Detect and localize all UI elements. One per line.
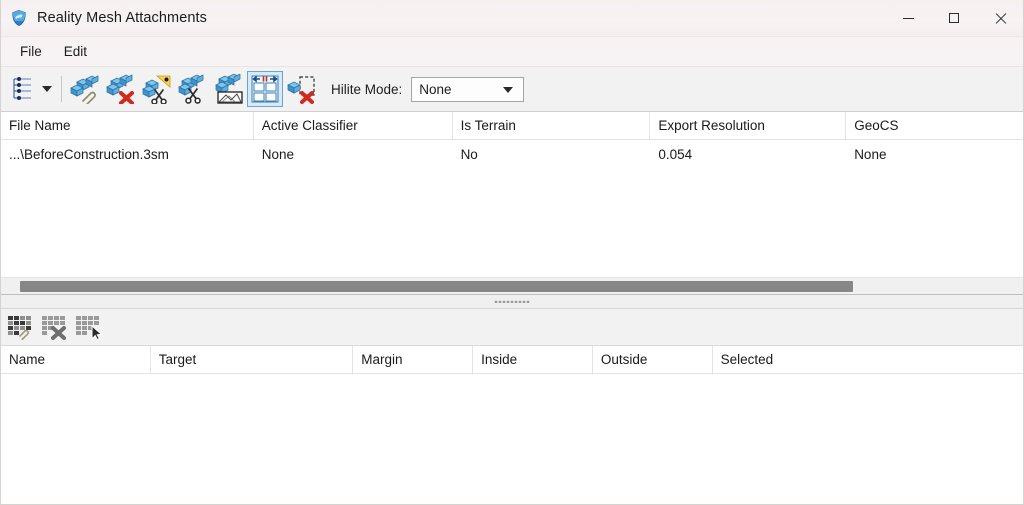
attachments-grid: File Name Active Classifier Is Terrain E… (1, 112, 1023, 277)
detach-reality-mesh-button[interactable] (103, 71, 139, 107)
column-header-margin[interactable]: Margin (353, 346, 474, 373)
badge-triangle (155, 75, 171, 88)
clip-volumes-grid: Name Target Margin Inside Outside Select… (1, 346, 1023, 504)
tree-list-icon (13, 77, 31, 100)
remove-clip-button[interactable] (283, 71, 319, 107)
cell-file-name: ...\BeforeConstruction.3sm (9, 147, 169, 162)
cell-active-classifier: None (261, 147, 295, 162)
mesh-remove-clip-icon (287, 76, 315, 104)
clip-reality-mesh-button[interactable] (139, 71, 175, 107)
table-row[interactable]: ...\BeforeConstruction.3sm None No 0.054… (1, 140, 1023, 169)
chevron-down-icon[interactable] (42, 86, 52, 92)
cell-export-resolution: 0.054 (658, 147, 693, 162)
hilite-mode-select[interactable]: None (411, 76, 525, 102)
panel-splitter[interactable] (1, 294, 1023, 309)
maximize-button[interactable] (931, 0, 977, 37)
column-header-active-classifier[interactable]: Active Classifier (253, 112, 453, 139)
main-toolbar: Hilite Mode: None (1, 67, 1023, 179)
grid-select-icon (76, 316, 103, 340)
mesh-terrain-icon (215, 74, 243, 104)
column-header-is-terrain[interactable]: Is Terrain (452, 112, 651, 139)
splitter-grip (494, 300, 530, 303)
column-header-geocs[interactable]: GeoCS (846, 112, 1023, 139)
grid-delete-icon (42, 316, 66, 340)
attachments-rows: ...\BeforeConstruction.3sm None No 0.054… (1, 140, 1023, 277)
clip-toolbar (1, 309, 1023, 346)
clip-rows (1, 374, 1023, 504)
attach-reality-mesh-button[interactable] (67, 71, 103, 107)
column-header-file-name[interactable]: File Name (1, 112, 254, 139)
hilite-mode-value: None (419, 81, 452, 97)
window-title: Reality Mesh Attachments (37, 10, 208, 26)
reality-mesh-shield-icon (10, 9, 28, 27)
horizontal-scrollbar-thumb[interactable] (20, 281, 853, 292)
column-header-export-resolution[interactable]: Export Resolution (650, 112, 847, 139)
close-button[interactable] (977, 0, 1023, 37)
display-terrain-button[interactable] (211, 71, 247, 107)
mesh-detach-icon (106, 74, 134, 104)
horizontal-scrollbar[interactable] (1, 277, 1023, 294)
close-icon (994, 12, 1007, 25)
split-view-toggle-button[interactable] (247, 71, 283, 107)
maximize-icon (949, 13, 959, 23)
column-header-selected[interactable]: Selected (712, 346, 1023, 373)
list-mode-button[interactable] (5, 71, 41, 107)
grid-attach-icon (8, 316, 31, 340)
toolbar-separator (61, 76, 62, 102)
minimize-button[interactable] (885, 0, 931, 37)
attachments-header-row: File Name Active Classifier Is Terrain E… (1, 112, 1023, 140)
mesh-clip-badge-icon (142, 75, 171, 104)
red-x (119, 91, 134, 104)
cell-is-terrain: No (460, 147, 478, 162)
select-clip-volume-button[interactable] (72, 312, 106, 342)
menu-edit[interactable]: Edit (53, 40, 98, 63)
reality-mesh-attachments-window: Reality Mesh Attachments File Edit Hilit… (0, 0, 1024, 505)
column-header-outside[interactable]: Outside (592, 346, 713, 373)
column-header-target[interactable]: Target (150, 346, 354, 373)
red-x (300, 91, 314, 104)
cell-geocs: None (854, 147, 887, 162)
minimize-icon (902, 17, 914, 19)
mesh-scissors-icon (178, 74, 204, 104)
window-controls (885, 0, 1023, 37)
menu-file[interactable]: File (9, 40, 53, 63)
title-bar: Reality Mesh Attachments (1, 0, 1023, 37)
column-header-name[interactable]: Name (1, 346, 151, 373)
clip-mask-button[interactable] (175, 71, 211, 107)
clip-header-row: Name Target Margin Inside Outside Select… (1, 346, 1023, 374)
hilite-mode-label: Hilite Mode: (331, 81, 403, 97)
add-clip-volume-button[interactable] (4, 312, 38, 342)
column-header-inside[interactable]: Inside (473, 346, 593, 373)
menu-bar: File Edit (1, 37, 1023, 67)
split-view-icon (251, 75, 279, 103)
delete-clip-volume-button[interactable] (38, 312, 72, 342)
chevron-down-icon (503, 87, 514, 93)
mesh-attach-icon (70, 75, 99, 104)
